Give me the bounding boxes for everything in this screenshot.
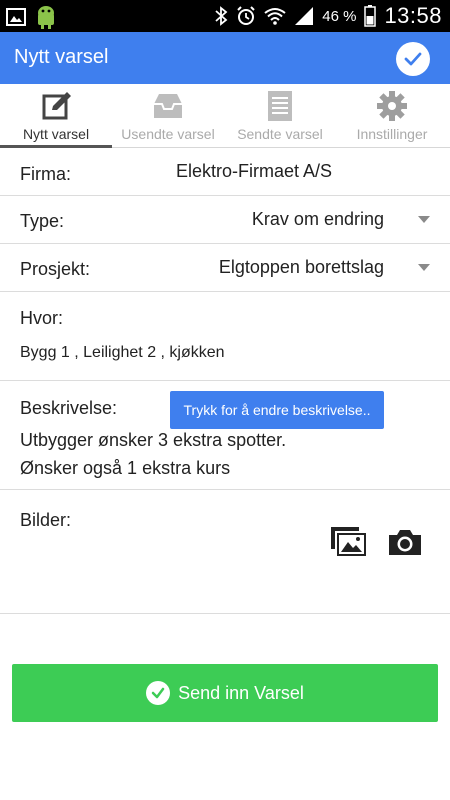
description-line: Ønsker også 1 ekstra kurs: [20, 458, 231, 478]
firma-row: Firma: Elektro-Firmaet A/S: [0, 148, 450, 196]
image-gallery-icon[interactable]: [330, 526, 368, 558]
prosjekt-select-value[interactable]: Elgtoppen borettslag: [219, 257, 384, 278]
type-row[interactable]: Type: Krav om endring: [0, 196, 450, 244]
battery-icon: [364, 5, 377, 27]
battery-percent: 46 %: [322, 7, 357, 25]
tab-label: Innstillinger: [356, 126, 428, 142]
send-button[interactable]: Send inn Varsel: [12, 664, 438, 722]
gallery-icon: [6, 8, 26, 26]
check-icon: [404, 52, 422, 66]
tab-label: Sendte varsel: [237, 126, 323, 142]
confirm-button[interactable]: [396, 42, 430, 76]
signal-icon: [295, 7, 314, 25]
chevron-down-icon[interactable]: [418, 264, 430, 271]
bilder-row: Bilder:: [0, 490, 450, 614]
tab-nytt-varsel[interactable]: Nytt varsel: [0, 84, 112, 148]
tab-bar: Nytt varsel Usendte varsel Sendte varsel: [0, 84, 450, 148]
camera-icon[interactable]: [386, 526, 424, 558]
firma-value: Elektro-Firmaet A/S: [176, 161, 333, 181]
gear-icon: [377, 91, 407, 121]
hvor-label: Hvor:: [20, 308, 64, 328]
check-circle-icon: [146, 681, 171, 705]
inbox-icon: [154, 94, 182, 118]
document-icon: [268, 91, 292, 121]
tab-sendte-varsel[interactable]: Sendte varsel: [224, 84, 336, 148]
description-line: Utbygger ønsker 3 ekstra spotter.: [20, 430, 287, 450]
tab-usendte-varsel[interactable]: Usendte varsel: [112, 84, 224, 148]
beskrivelse-row: Beskrivelse: Trykk for å endre beskrivel…: [0, 381, 450, 490]
send-button-label: Send inn Varsel: [178, 682, 304, 703]
bilder-label: Bilder:: [20, 510, 72, 530]
page-title: Nytt varsel: [14, 46, 109, 68]
tab-label: Usendte varsel: [121, 126, 215, 142]
tab-innstillinger[interactable]: Innstillinger: [336, 84, 448, 148]
hvor-value[interactable]: Bygg 1 , Leilighet 2 , kjøkken: [20, 344, 225, 362]
chevron-down-icon[interactable]: [418, 216, 430, 223]
bluetooth-icon: [215, 6, 228, 26]
hvor-row[interactable]: Hvor: Bygg 1 , Leilighet 2 , kjøkken: [0, 292, 450, 381]
prosjekt-label: Prosjekt:: [20, 259, 91, 279]
firma-label: Firma:: [20, 164, 71, 184]
tab-label: Nytt varsel: [22, 126, 90, 142]
status-bar: 46 % 13:58: [0, 0, 450, 32]
edit-description-button[interactable]: Trykk for å endre beskrivelse..: [170, 391, 384, 429]
edit-icon: [42, 92, 71, 120]
clock: 13:58: [384, 3, 442, 28]
wifi-icon: [264, 8, 286, 25]
prosjekt-row[interactable]: Prosjekt: Elgtoppen borettslag: [0, 244, 450, 292]
beskrivelse-label: Beskrivelse:: [20, 398, 118, 418]
type-select-value[interactable]: Krav om endring: [252, 209, 384, 230]
app-bar: Nytt varsel: [0, 32, 450, 84]
alarm-icon: [237, 6, 255, 25]
type-label: Type:: [20, 211, 65, 231]
android-icon: [38, 6, 54, 29]
